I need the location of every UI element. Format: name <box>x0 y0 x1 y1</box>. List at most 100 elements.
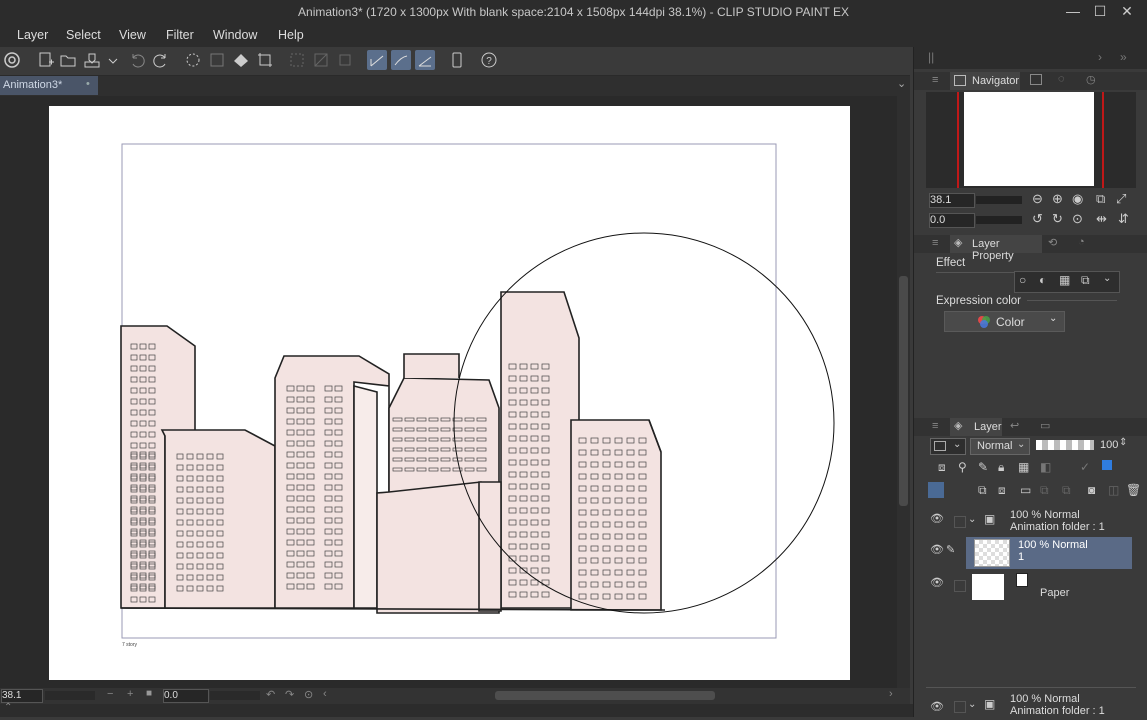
new-file-icon[interactable] <box>36 50 56 70</box>
pen-edit-icon[interactable]: ✎ <box>946 543 955 556</box>
tone-icon[interactable]: ◐ <box>1039 273 1046 287</box>
history-icon[interactable]: ◷ <box>1086 73 1096 86</box>
layer-row[interactable]: 👁︎ Paper <box>926 571 1134 603</box>
eye-icon[interactable]: 👁︎ <box>930 512 944 525</box>
timeline-tab-icon[interactable]: ▭ <box>1040 419 1050 432</box>
tone-pattern-icon[interactable]: ▦ <box>1059 273 1070 287</box>
navigator-preview[interactable] <box>926 92 1136 188</box>
dock-collapse-icon[interactable]: || <box>928 50 934 64</box>
menu-window[interactable]: Window <box>213 28 257 42</box>
navigator-fit-window-icon[interactable]: ⤢ <box>1116 191 1126 207</box>
rotate-right-icon[interactable]: ↷ <box>285 688 294 701</box>
navigator-rotation-field[interactable]: 0.0 <box>929 213 975 228</box>
info-icon[interactable]: ◌ <box>1058 73 1065 85</box>
edit-target-icon[interactable] <box>954 516 966 528</box>
zoom-in-icon[interactable]: + <box>127 688 133 700</box>
vertical-scroll-thumb[interactable] <box>899 276 908 506</box>
smartphone-icon[interactable] <box>447 50 467 70</box>
open-folder-icon[interactable] <box>58 50 78 70</box>
redo-icon[interactable] <box>151 50 171 70</box>
zoom-out-icon[interactable]: − <box>107 688 113 700</box>
lock-layer-icon[interactable]: 🔒︎ <box>998 460 1004 475</box>
scroll-left-icon[interactable]: ‹ <box>323 688 327 700</box>
layer-color-mode-select[interactable]: ⌄ <box>930 438 966 455</box>
dock-expand-icon[interactable]: » <box>1120 50 1127 64</box>
new-vector-layer-icon[interactable]: ⧈ <box>998 483 1006 498</box>
clear-layer-icon[interactable] <box>183 50 203 70</box>
zoom-value-field[interactable]: 38.1 <box>1 689 43 703</box>
layer-search-tab-icon[interactable]: ⟲ <box>1048 236 1057 249</box>
snap-to-special-ruler-icon[interactable] <box>391 50 411 70</box>
fill-icon[interactable] <box>231 50 251 70</box>
opacity-slider[interactable] <box>1036 440 1094 450</box>
brush-settings-tab-icon[interactable]: ◔ <box>1078 236 1085 248</box>
navigator-zoom-field[interactable]: 38.1 <box>929 193 975 208</box>
clip-studio-icon[interactable] <box>2 50 22 70</box>
canvas-area[interactable]: 7 story <box>0 96 897 688</box>
create-mask-icon[interactable]: ◙ <box>1088 483 1095 497</box>
tab-list-chevron-icon[interactable]: ⌄ <box>897 77 906 90</box>
deselect-icon[interactable] <box>287 50 307 70</box>
menu-help[interactable]: Help <box>278 28 304 42</box>
rotation-slider[interactable] <box>210 691 260 700</box>
navigator-zoom-in-icon[interactable]: ⊕ <box>1052 191 1063 207</box>
tab-layer-property[interactable]: ◈ Layer Property <box>950 235 1042 262</box>
canvas-paper[interactable]: 7 story <box>49 106 850 680</box>
navigator-actual-size-icon[interactable]: ◉ <box>1072 191 1083 207</box>
transform-icon[interactable] <box>255 50 275 70</box>
navigator-fit-icon[interactable]: ⧉ <box>1096 191 1105 207</box>
eye-icon[interactable]: 👁︎ <box>930 543 944 556</box>
tab-navigator[interactable]: Navigator <box>950 72 1020 90</box>
save-icon[interactable] <box>82 50 102 70</box>
menu-filter[interactable]: Filter <box>166 28 194 42</box>
edit-target-icon[interactable] <box>954 701 966 713</box>
document-tab-close-icon[interactable]: • <box>86 78 90 90</box>
rotate-left-icon[interactable]: ↶ <box>266 688 275 701</box>
effect-more-chevron-icon[interactable]: ⌄ <box>1103 273 1111 284</box>
panel-menu-icon[interactable]: ≡ <box>932 74 938 86</box>
horizontal-scroll-thumb[interactable] <box>495 691 715 700</box>
save-menu-chevron-icon[interactable] <box>103 50 118 70</box>
opacity-spin-icon[interactable]: ⇕ <box>1119 437 1127 448</box>
zoom-reset-icon[interactable]: ■ <box>146 688 152 699</box>
undo-icon[interactable] <box>127 50 147 70</box>
rotation-value-field[interactable]: 0.0 <box>163 689 209 703</box>
navigator-rotate-left-icon[interactable]: ↺ <box>1032 211 1043 227</box>
panel-menu-icon[interactable]: ≡ <box>932 237 938 249</box>
navigator-zoom-out-icon[interactable]: ⊖ <box>1032 191 1043 207</box>
animation-cels-tab-icon[interactable]: ↩ <box>1010 419 1019 432</box>
blend-mode-select[interactable]: Normal ⌄ <box>970 438 1030 455</box>
vertical-scrollbar[interactable] <box>897 96 910 688</box>
layer-row[interactable]: 👁︎ ⌄ ▣ 100 % Normal Animation folder : 1 <box>926 507 1134 539</box>
navigator-rotation-slider[interactable] <box>976 216 1022 224</box>
border-effect-icon[interactable]: ○ <box>1019 273 1026 287</box>
sub-view-icon[interactable] <box>1030 74 1042 85</box>
panel-menu-icon[interactable]: ≡ <box>932 420 938 432</box>
clip-to-layer-below-icon[interactable]: ⧈ <box>938 460 946 475</box>
reference-layer-icon[interactable]: ⚲ <box>958 460 967 474</box>
new-raster-layer-icon[interactable]: ⧉ <box>978 483 987 498</box>
navigator-reset-rotation-icon[interactable]: ⊙ <box>1072 211 1083 227</box>
layer-color-icon[interactable]: ⧉ <box>1081 273 1090 288</box>
lock-transparent-icon[interactable]: ▦ <box>1018 460 1029 474</box>
apply-mask-icon[interactable]: ◫ <box>1108 483 1119 497</box>
scroll-right-icon[interactable]: › <box>889 688 893 700</box>
tab-layer[interactable]: ◈ Layer <box>950 418 1002 436</box>
edit-target-icon[interactable] <box>954 580 966 592</box>
eye-icon[interactable]: 👁︎ <box>930 576 944 589</box>
collapse-icon[interactable]: ⌃ <box>4 702 12 713</box>
folder-expand-chevron-icon[interactable]: ⌄ <box>968 514 976 525</box>
reset-rotation-icon[interactable]: ⊙ <box>304 688 313 701</box>
close-button[interactable]: ✕ <box>1117 3 1137 21</box>
navigator-zoom-slider[interactable] <box>976 196 1022 204</box>
opacity-value[interactable]: 100 <box>1100 439 1118 451</box>
selection-border-icon[interactable] <box>335 50 355 70</box>
layer-color-icon[interactable] <box>1102 460 1112 470</box>
menu-layer[interactable]: Layer <box>17 28 48 42</box>
new-folder-icon[interactable]: ▭ <box>1020 483 1031 497</box>
flip-vertical-icon[interactable]: ⇵ <box>1118 211 1129 227</box>
layer-row[interactable]: 👁︎ ⌄ ▣ 100 % Normal Animation folder : 1 <box>926 688 1134 720</box>
layer-palette-toggle-icon[interactable] <box>928 482 944 498</box>
minimize-button[interactable]: — <box>1063 3 1083 21</box>
invert-selection-icon[interactable] <box>311 50 331 70</box>
